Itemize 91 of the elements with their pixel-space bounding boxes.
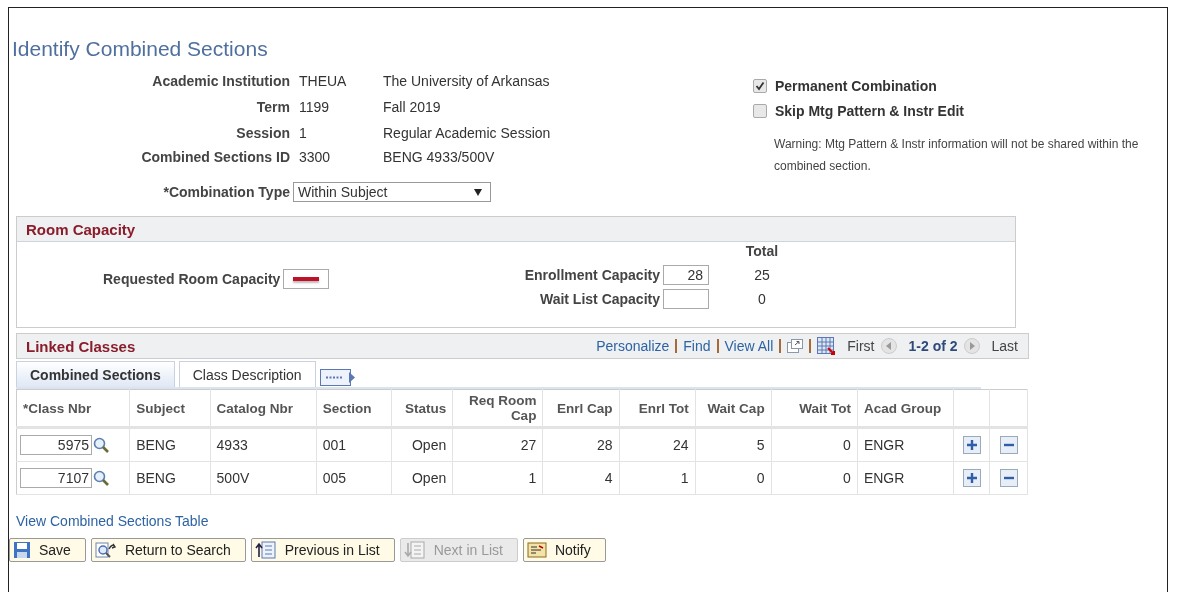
checkbox-label: Permanent Combination (775, 77, 937, 94)
toolbar-button[interactable]: Save (9, 538, 86, 562)
table-cell: 27 (452, 427, 543, 462)
down-arrow-list-icon (403, 541, 426, 559)
column-header: Acad Group (857, 389, 954, 428)
field-value: 1 (298, 125, 308, 141)
table-cell: 001 (316, 427, 392, 462)
field-value: 1199 (298, 99, 331, 115)
field-label: Academic Institution (151, 73, 290, 89)
checkbox[interactable] (753, 103, 767, 118)
panel-title: Room Capacity (26, 220, 136, 238)
delete-row-icon[interactable] (999, 436, 1018, 455)
add-row-icon[interactable] (962, 469, 981, 488)
checkbox[interactable] (753, 78, 767, 93)
table-cell: 1 (619, 461, 696, 495)
column-header: Req Room Cap (452, 389, 543, 428)
warning-text: Warning: Mtg Pattern & Instr information will not be shared within the combined section. (773, 136, 1140, 175)
column-heading: Total (744, 243, 780, 261)
combination-type-dropdown[interactable]: Within Subject (293, 182, 491, 202)
add-row-icon[interactable] (962, 436, 981, 455)
table-cell: ENGR (857, 461, 954, 495)
table-cell: BENG (129, 461, 211, 495)
toolbar-button[interactable]: Previous in List (250, 538, 395, 562)
table-cell: 0 (771, 427, 858, 462)
nav-link[interactable]: View All (724, 338, 774, 354)
search-icon[interactable] (93, 437, 109, 453)
column-header: Catalog Nbr (210, 389, 317, 428)
field-label: Session (235, 125, 290, 141)
wait-list-capacity-field[interactable] (663, 289, 709, 309)
field-description: The University of Arkansas (383, 73, 550, 89)
table-cell: ENGR (857, 427, 954, 462)
table-cell: 0 (771, 461, 858, 495)
table-cell: 28 (542, 427, 619, 462)
total-value: 25 (753, 267, 771, 283)
column-header: Section (316, 389, 392, 428)
field-value: THEUA (298, 73, 348, 89)
field-label: Term (255, 99, 290, 115)
document-search-icon (94, 541, 117, 559)
column-header: *Class Nbr (16, 389, 130, 428)
column-header: Enrl Cap (542, 389, 619, 428)
field-value: 3300 (298, 149, 332, 165)
field-description: Fall 2019 (383, 99, 441, 115)
table-cell: 005 (316, 461, 392, 495)
column-header: Enrl Tot (619, 389, 696, 428)
field-label: Wait List Capacity (538, 291, 661, 307)
dropdown-arrow-icon (474, 188, 482, 196)
column-header: Subject (129, 389, 211, 428)
panel-title: Linked Classes (26, 337, 136, 355)
table-cell: Open (391, 461, 453, 495)
tab[interactable]: Combined Sections (16, 361, 175, 387)
table-cell: 4933 (210, 427, 317, 462)
up-arrow-list-icon (254, 541, 277, 559)
tab[interactable]: Class Description (178, 361, 316, 387)
requested-capacity-field[interactable] (283, 269, 330, 289)
note-icon (526, 541, 547, 559)
page-title: Identify Combined Sections (11, 36, 269, 62)
table-cell: 24 (619, 427, 696, 462)
page-range: 1-2 of 2 (908, 338, 958, 354)
table-cell: 4 (542, 461, 619, 495)
nav-link[interactable]: Personalize (596, 338, 670, 354)
table-cell: Open (391, 427, 453, 462)
nav-link[interactable]: Find (683, 338, 711, 354)
table-cell: 5 (695, 427, 772, 462)
first-link[interactable]: First (847, 338, 875, 354)
last-link[interactable]: Last (991, 338, 1018, 354)
enrollment-capacity-field[interactable]: 28 (663, 265, 709, 285)
new-window-icon[interactable] (787, 339, 804, 353)
table-cell: BENG (129, 427, 211, 462)
search-icon[interactable] (93, 470, 109, 486)
field-label: Enrollment Capacity (523, 267, 661, 283)
table-cell: 500V (210, 461, 317, 495)
view-table-link[interactable]: View Combined Sections Table (16, 513, 209, 529)
total-value: 0 (757, 291, 767, 307)
checkbox-label: Skip Mtg Pattern & Instr Edit (775, 102, 964, 119)
class-number-field[interactable]: 5975 (20, 435, 92, 455)
field-description: BENG 4933/500V (383, 149, 495, 165)
toolbar-button[interactable]: Return to Search (90, 538, 246, 562)
column-header: Status (391, 389, 453, 428)
field-label: Combined Sections ID (140, 149, 290, 165)
class-number-field[interactable]: 7107 (20, 468, 92, 488)
table-cell: 0 (695, 461, 772, 495)
column-header: Wait Tot (771, 389, 858, 428)
field-label: Requested Room Capacity (103, 271, 281, 287)
delete-row-icon[interactable] (999, 469, 1018, 488)
column-header: Wait Cap (695, 389, 772, 428)
table-cell: 1 (452, 461, 543, 495)
field-label: *Combination Type (162, 184, 290, 200)
grid-download-icon[interactable] (817, 337, 836, 355)
field-description: Regular Academic Session (383, 125, 551, 141)
toolbar-button[interactable]: Notify (522, 538, 606, 562)
show-all-columns-icon[interactable] (319, 369, 356, 387)
